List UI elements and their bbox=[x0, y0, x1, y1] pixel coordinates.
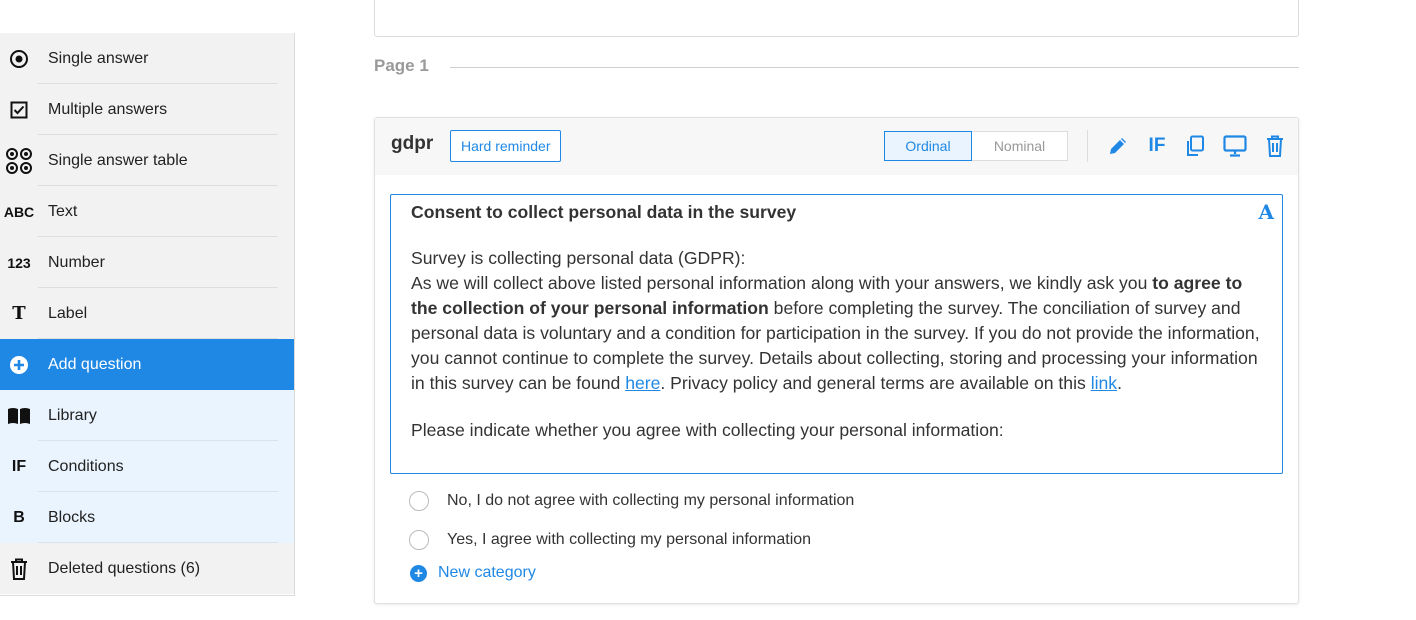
plus-circle-icon bbox=[0, 355, 38, 375]
sidebar: Single answer Multiple answers Single an… bbox=[0, 33, 295, 596]
answer-option-label[interactable]: Yes, I agree with collecting my personal… bbox=[447, 531, 811, 549]
gdpr-heading: Survey is collecting personal data (GDPR… bbox=[411, 248, 746, 268]
sidebar-item-label: Library bbox=[48, 406, 97, 424]
abc-icon: ABC bbox=[3, 203, 35, 220]
copy-icon[interactable] bbox=[1182, 133, 1208, 159]
answer-option[interactable]: No, I do not agree with collecting my pe… bbox=[409, 491, 854, 511]
radio-dot-icon bbox=[0, 49, 38, 69]
sidebar-item-label: Text bbox=[48, 202, 78, 220]
radio-button[interactable] bbox=[409, 491, 429, 511]
question-header: gdpr Hard reminder Ordinal Nominal IF bbox=[375, 118, 1298, 175]
sidebar-item-label: Add question bbox=[48, 355, 142, 373]
sidebar-item-label: Blocks bbox=[48, 508, 96, 526]
text-format-icon[interactable]: A bbox=[1258, 200, 1274, 225]
previous-question-card bbox=[374, 0, 1299, 37]
sidebar-item-conditions[interactable]: IF Conditions bbox=[0, 441, 294, 492]
consent-prompt: Please indicate whether you agree with c… bbox=[411, 420, 1004, 440]
sidebar-item-label: Conditions bbox=[48, 457, 124, 475]
toolbar-divider bbox=[1087, 130, 1088, 162]
question-card: gdpr Hard reminder Ordinal Nominal IF A … bbox=[374, 117, 1299, 604]
sidebar-item-label: Number bbox=[48, 253, 105, 271]
answer-option[interactable]: Yes, I agree with collecting my personal… bbox=[409, 530, 811, 550]
trash-icon[interactable] bbox=[1262, 133, 1288, 159]
checkbox-icon bbox=[0, 101, 38, 119]
sidebar-item-label: Single answer bbox=[48, 49, 149, 67]
sidebar-item-add-question[interactable]: Add question bbox=[0, 339, 294, 390]
consent-paragraph: As we will collect above listed personal… bbox=[411, 273, 1260, 393]
ordinal-toggle[interactable]: Ordinal bbox=[884, 131, 972, 161]
question-text-editor[interactable]: A Consent to collect personal data in th… bbox=[390, 194, 1283, 474]
sidebar-item-blocks[interactable]: B Blocks bbox=[0, 492, 294, 543]
sidebar-item-single-answer[interactable]: Single answer bbox=[0, 33, 294, 84]
if-icon: IF bbox=[11, 457, 27, 475]
sidebar-item-text[interactable]: ABC Text bbox=[0, 186, 294, 237]
radio-button[interactable] bbox=[409, 530, 429, 550]
sidebar-item-label: Single answer table bbox=[48, 151, 188, 169]
blocks-icon: B bbox=[13, 508, 25, 526]
sidebar-item-library[interactable]: Library bbox=[0, 390, 294, 441]
new-category-button[interactable]: + New category bbox=[410, 564, 536, 582]
sidebar-item-label: Deleted questions (6) bbox=[48, 559, 201, 577]
page-divider bbox=[450, 67, 1299, 68]
text-t-icon: T bbox=[12, 303, 26, 324]
privacy-link[interactable]: link bbox=[1091, 373, 1117, 393]
plus-circle-icon: + bbox=[410, 564, 427, 582]
sidebar-item-label: Multiple answers bbox=[48, 100, 168, 118]
book-icon bbox=[0, 407, 38, 425]
answer-option-label[interactable]: No, I do not agree with collecting my pe… bbox=[447, 492, 854, 510]
scale-toggle: Ordinal Nominal bbox=[884, 131, 1068, 161]
details-link[interactable]: here bbox=[625, 373, 660, 393]
page-title: Page 1 bbox=[374, 56, 429, 75]
hard-reminder-button[interactable]: Hard reminder bbox=[450, 130, 562, 162]
if-condition-icon[interactable]: IF bbox=[1144, 133, 1170, 159]
number-icon: 123 bbox=[7, 254, 31, 271]
new-category-label: New category bbox=[438, 564, 536, 581]
sidebar-item-single-answer-table[interactable]: Single answer table bbox=[0, 135, 294, 186]
monitor-icon[interactable] bbox=[1222, 133, 1248, 159]
sidebar-item-label-type[interactable]: T Label bbox=[0, 288, 294, 339]
nominal-toggle[interactable]: Nominal bbox=[972, 131, 1068, 161]
question-title: Consent to collect personal data in the … bbox=[411, 202, 797, 222]
pencil-icon[interactable] bbox=[1105, 133, 1131, 159]
radio-grid-icon bbox=[0, 147, 38, 175]
sidebar-item-number[interactable]: 123 Number bbox=[0, 237, 294, 288]
trash-icon bbox=[0, 558, 38, 580]
question-code[interactable]: gdpr bbox=[391, 133, 433, 155]
sidebar-item-deleted-questions[interactable]: Deleted questions (6) bbox=[0, 543, 294, 594]
sidebar-item-multiple-answers[interactable]: Multiple answers bbox=[0, 84, 294, 135]
sidebar-item-label: Label bbox=[48, 304, 88, 322]
